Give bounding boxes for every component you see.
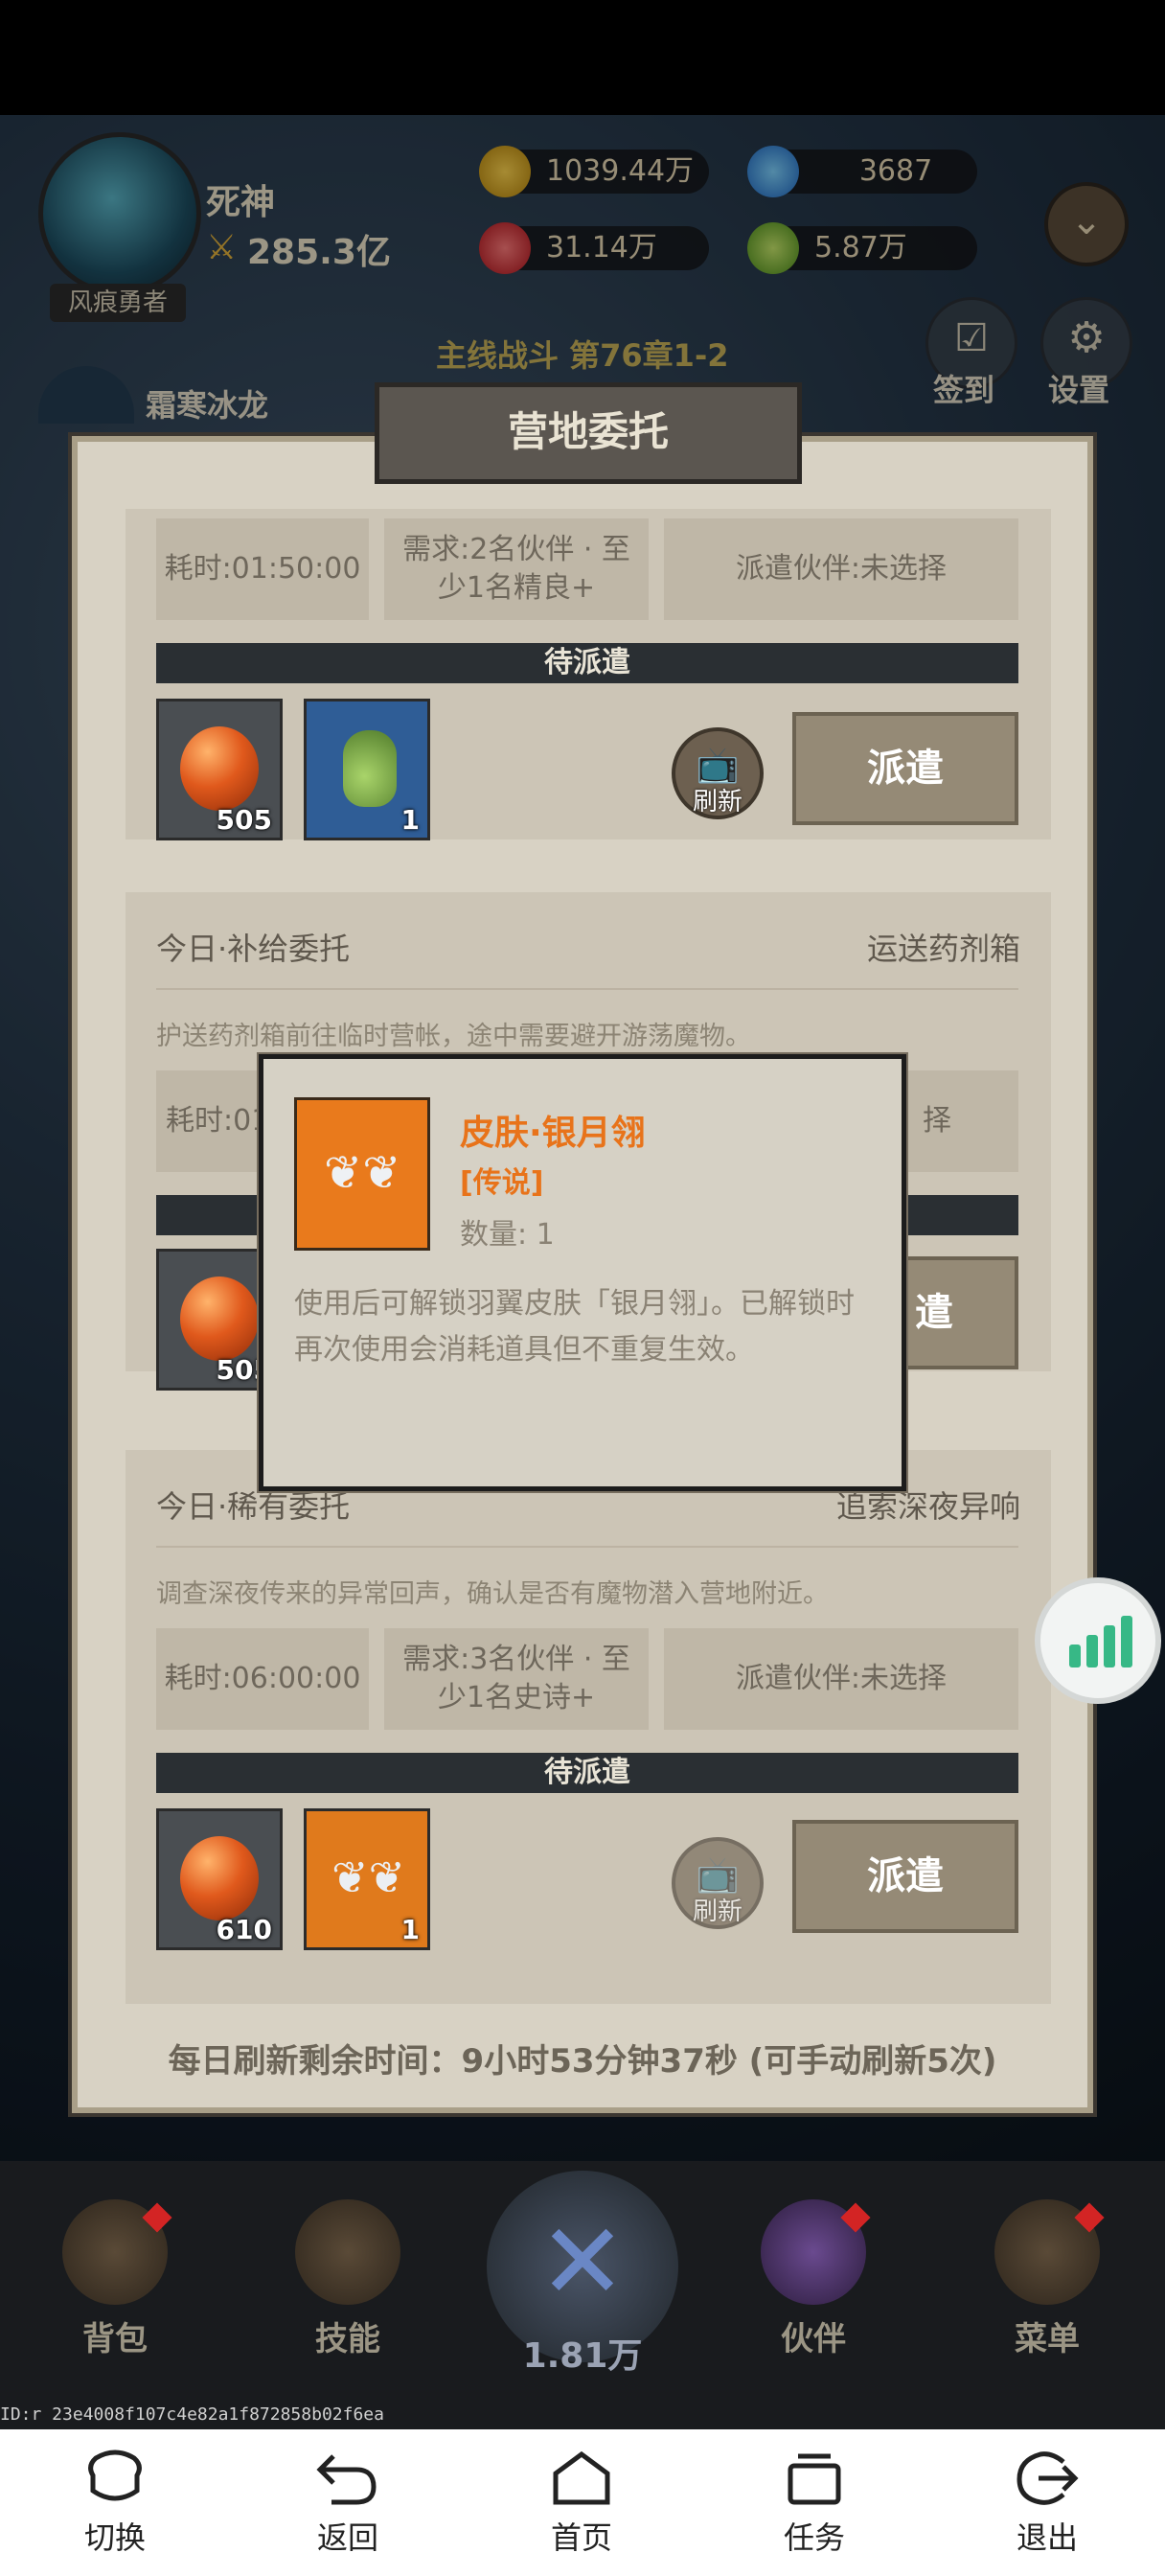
reward-slot-potion[interactable]: 1 [304,699,430,840]
item-rarity: [传说] [460,1166,544,1200]
refresh-label: 刷新 [692,1898,742,1926]
dispatch-button[interactable]: 派遣 [792,712,1018,825]
floating-stats-button[interactable] [1035,1577,1161,1704]
commission-card-3: 今日·稀有委托 追索深夜异响 调查深夜传来的异常回声，确认是否有魔物潜入营地附近… [126,1450,1051,2004]
item-quantity: 数量: 1 [460,1218,555,1252]
reward-count: 1 [400,1914,420,1945]
ad-refresh-button[interactable]: 📺 刷新 [672,1837,764,1929]
silver-wings-icon: ❦❦ [324,1146,401,1200]
nav-label: 菜单 [1015,2320,1080,2358]
card-title: 今日·补给委托 [156,931,351,967]
fire-orb-icon [180,1276,259,1361]
nav-label: 任务 [783,2519,845,2556]
status-pending-bar: 待派遣 [156,1753,1018,1793]
item-icon-frame: ❦❦ [294,1097,430,1251]
card-description: 护送药剂箱前往临时营帐，途中需要避开游荡魔物。 [156,1022,751,1051]
daily-refresh-timer: 每日刷新剩余时间：9小时53分钟37秒 (可手动刷新5次) [168,2042,997,2081]
divider [156,1546,1018,1548]
bar-chart-icon [1069,1616,1132,1668]
silver-wings-icon: ❦❦ [331,1852,406,1903]
back-arrow-icon [316,2454,377,2505]
dispatch-button[interactable]: 派遣 [792,1820,1018,1933]
nav-label: 首页 [550,2519,612,2556]
nav-exit[interactable]: 退出 [980,2449,1114,2558]
divider [156,988,1018,990]
status-pending-bar: 待派遣 [156,643,1018,683]
reward-slot-fire-orb[interactable]: 505 [156,699,283,840]
nav-tasks[interactable]: 任务 [747,2449,881,2558]
nav-label: 切换 [83,2519,146,2556]
requirement: 需求:3名伙伴 · 至少1名史诗+ [384,1628,649,1730]
tv-icon: 📺 [696,1855,740,1895]
ad-refresh-button[interactable]: 📺 刷新 [672,727,764,819]
time-cost: 耗时:01:50:00 [156,518,369,620]
item-name: 皮肤·银月翎 [460,1114,646,1153]
exit-icon [1017,2451,1079,2505]
panel-title-banner: 营地委托 [375,382,802,484]
nav-label: 退出 [1016,2519,1078,2556]
nav-back[interactable]: 返回 [281,2449,415,2558]
reward-count: 505 [216,804,272,836]
fire-orb-icon [180,1836,259,1920]
refresh-label: 刷新 [692,788,742,816]
potion-bottle-icon [343,730,397,807]
switch-icon [88,2450,142,2501]
nav-partners[interactable]: 伙伴 [742,2199,885,2372]
reward-slot-wings[interactable]: ❦❦ 1 [304,1808,430,1950]
requirement: 需求:2名伙伴 · 至少1名精良+ [384,518,649,620]
tv-icon: 📺 [696,746,740,785]
nav-label: 背包 [82,2320,148,2358]
item-description: 使用后可解锁羽翼皮肤「银月翎」。已解锁时再次使用会消耗道具但不重复生效。 [294,1287,855,1367]
nav-battle[interactable]: ✕ 1.81万 [469,2171,696,2397]
reward-count: 610 [216,1914,272,1945]
nav-backpack[interactable]: 背包 [43,2199,187,2372]
system-nav-bar: 切换 返回 首页 任务 退出 [0,2429,1165,2576]
nav-menu[interactable]: 菜单 [975,2199,1119,2372]
debug-id: ID:r 23e4008f107c4e82a1f872858b02f6ea [0,2404,384,2425]
fire-orb-icon [180,726,259,811]
nav-home[interactable]: 首页 [514,2449,649,2558]
item-detail-popup[interactable]: ❦❦ 皮肤·银月翎 [传说] 数量: 1 使用后可解锁羽翼皮肤「银月翎」。已解锁… [259,1054,906,1491]
nav-switch[interactable]: 切换 [48,2449,182,2558]
nav-label: 返回 [316,2519,378,2556]
tasks-icon [788,2453,841,2505]
time-cost: 耗时:06:00:00 [156,1628,369,1730]
home-icon [553,2450,610,2505]
nav-label: 伙伴 [781,2320,846,2358]
dispatch-partner[interactable]: 派遣伙伴:未选择 [664,1628,1018,1730]
nav-skills[interactable]: 技能 [276,2199,420,2372]
reward-count: 1 [400,804,420,836]
commission-card-1: 耗时:01:50:00 需求:2名伙伴 · 至少1名精良+ 派遣伙伴:未选择 待… [126,509,1051,840]
card-subtitle: 运送药剂箱 [866,931,1020,967]
scroll-icon [295,2199,400,2305]
card-description: 调查深夜传来的异常回声，确认是否有魔物潜入营地附近。 [156,1579,829,1609]
nav-label: 技能 [315,2320,380,2358]
game-bottom-nav: 背包 技能 ✕ 1.81万 伙伴 菜单 ID:r 23e4008f107c4e8… [0,2161,1165,2429]
battle-value: 1.81万 [522,2336,643,2376]
reward-slot-fire-orb[interactable]: 610 [156,1808,283,1950]
dispatch-partner[interactable]: 派遣伙伴:未选择 [664,518,1018,620]
